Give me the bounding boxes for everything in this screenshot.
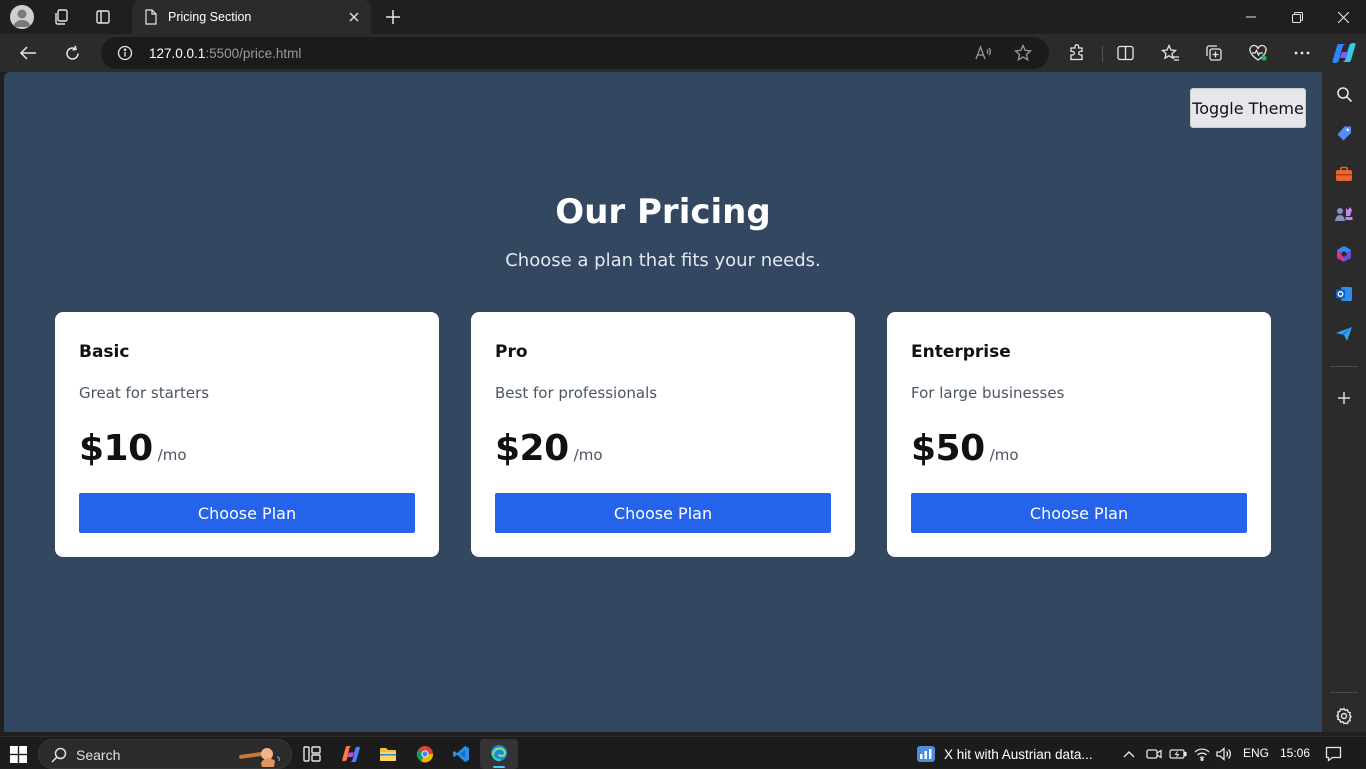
vscode-icon[interactable] bbox=[446, 740, 476, 768]
chevron-up-icon[interactable] bbox=[1115, 740, 1143, 768]
choose-plan-button-basic[interactable]: Choose Plan bbox=[79, 493, 415, 533]
send-icon[interactable] bbox=[1331, 321, 1357, 347]
sidebar-divider bbox=[1330, 366, 1358, 367]
edge-icon bbox=[490, 744, 508, 762]
active-tab[interactable]: Pricing Section bbox=[132, 0, 371, 34]
meet-now-icon[interactable] bbox=[1141, 740, 1167, 768]
plan-name: Enterprise bbox=[911, 342, 1011, 362]
windows-taskbar: Search X hit with Austrian data... ENG 1… bbox=[0, 736, 1366, 769]
tab-actions-icon[interactable] bbox=[90, 4, 116, 30]
pricing-card-basic: Basic Great for starters $10 /mo Choose … bbox=[55, 312, 439, 557]
tab-title: Pricing Section bbox=[168, 10, 252, 24]
price-period: /mo bbox=[573, 446, 603, 464]
add-icon[interactable] bbox=[1331, 385, 1357, 411]
task-view-icon[interactable] bbox=[297, 740, 327, 768]
price-row: $10 /mo bbox=[79, 428, 187, 469]
games-icon[interactable] bbox=[1331, 201, 1357, 227]
minimize-icon[interactable] bbox=[1228, 0, 1274, 34]
news-widget[interactable]: X hit with Austrian data... bbox=[916, 740, 1093, 768]
news-headline: X hit with Austrian data... bbox=[944, 746, 1093, 762]
price-row: $50 /mo bbox=[911, 428, 1019, 469]
edge-taskbar-button[interactable] bbox=[480, 739, 518, 769]
favorite-star-icon[interactable] bbox=[1014, 44, 1032, 62]
restore-icon[interactable] bbox=[1274, 0, 1320, 34]
microsoft-365-icon[interactable] bbox=[1331, 241, 1357, 267]
notifications-icon[interactable] bbox=[1319, 740, 1347, 768]
settings-icon[interactable] bbox=[1331, 703, 1357, 729]
clock-time[interactable]: 15:06 bbox=[1280, 746, 1310, 760]
shopping-tag-icon[interactable] bbox=[1331, 121, 1357, 147]
price-period: /mo bbox=[157, 446, 187, 464]
collections-icon[interactable] bbox=[1199, 39, 1229, 67]
search-highlight-illustration-icon bbox=[237, 743, 287, 767]
language-indicator[interactable]: ENG bbox=[1243, 746, 1269, 760]
choose-plan-button-pro[interactable]: Choose Plan bbox=[495, 493, 831, 533]
page-icon bbox=[144, 9, 158, 25]
url-text: 127.0.0.1:5500/price.html bbox=[149, 46, 302, 61]
search-icon bbox=[51, 747, 67, 763]
taskbar-search-box[interactable]: Search bbox=[38, 739, 292, 769]
profile-avatar[interactable] bbox=[10, 5, 34, 29]
close-icon[interactable] bbox=[345, 8, 363, 26]
sidebar-divider bbox=[1330, 692, 1358, 693]
choose-plan-button-enterprise[interactable]: Choose Plan bbox=[911, 493, 1247, 533]
tools-icon[interactable] bbox=[1331, 161, 1357, 187]
plan-description: Best for professionals bbox=[495, 384, 658, 402]
edge-sidebar bbox=[1322, 72, 1366, 732]
plan-name: Pro bbox=[495, 342, 528, 362]
volume-icon[interactable] bbox=[1211, 740, 1237, 768]
pricing-card-pro: Pro Best for professionals $20 /mo Choos… bbox=[471, 312, 855, 557]
toolbar-divider bbox=[1102, 46, 1103, 62]
windows-start-icon[interactable] bbox=[3, 740, 33, 768]
browser-tab-bar: Pricing Section bbox=[0, 0, 1366, 34]
outlook-icon[interactable] bbox=[1331, 281, 1357, 307]
browser-essentials-icon[interactable] bbox=[1243, 39, 1273, 67]
close-window-icon[interactable] bbox=[1320, 0, 1366, 34]
price-row: $20 /mo bbox=[495, 428, 603, 469]
extensions-icon[interactable] bbox=[1062, 39, 1092, 67]
favorites-icon[interactable] bbox=[1155, 39, 1185, 67]
price-period: /mo bbox=[989, 446, 1019, 464]
workspaces-icon[interactable] bbox=[49, 4, 75, 30]
battery-icon bbox=[1165, 740, 1191, 768]
back-icon[interactable] bbox=[13, 39, 43, 67]
plan-description: Great for starters bbox=[79, 384, 210, 402]
browser-toolbar: 127.0.0.1:5500/price.html bbox=[0, 34, 1366, 72]
plan-description: For large businesses bbox=[911, 384, 1065, 402]
page-title: Our Pricing bbox=[555, 192, 771, 232]
chrome-icon[interactable] bbox=[410, 740, 440, 768]
more-icon[interactable] bbox=[1287, 39, 1317, 67]
plan-name: Basic bbox=[79, 342, 130, 362]
file-explorer-icon[interactable] bbox=[373, 740, 403, 768]
copilot-icon[interactable] bbox=[1329, 39, 1359, 67]
address-bar[interactable]: 127.0.0.1:5500/price.html bbox=[101, 37, 1049, 69]
page-subtitle: Choose a plan that fits your needs. bbox=[505, 250, 821, 271]
read-aloud-icon[interactable] bbox=[974, 44, 992, 62]
plan-price: $10 bbox=[79, 428, 153, 469]
search-label: Search bbox=[76, 747, 121, 763]
refresh-icon[interactable] bbox=[57, 39, 87, 67]
news-app-icon bbox=[916, 745, 936, 763]
new-tab-icon[interactable] bbox=[380, 4, 406, 30]
page-viewport: Toggle Theme Our Pricing Choose a plan t… bbox=[4, 72, 1322, 732]
split-screen-icon[interactable] bbox=[1110, 39, 1140, 67]
search-icon[interactable] bbox=[1331, 81, 1357, 107]
plan-price: $50 bbox=[911, 428, 985, 469]
plan-price: $20 bbox=[495, 428, 569, 469]
copilot-taskbar-icon[interactable] bbox=[336, 740, 366, 768]
toggle-theme-button[interactable]: Toggle Theme bbox=[1190, 88, 1306, 128]
info-icon[interactable] bbox=[117, 45, 133, 61]
pricing-card-enterprise: Enterprise For large businesses $50 /mo … bbox=[887, 312, 1271, 557]
